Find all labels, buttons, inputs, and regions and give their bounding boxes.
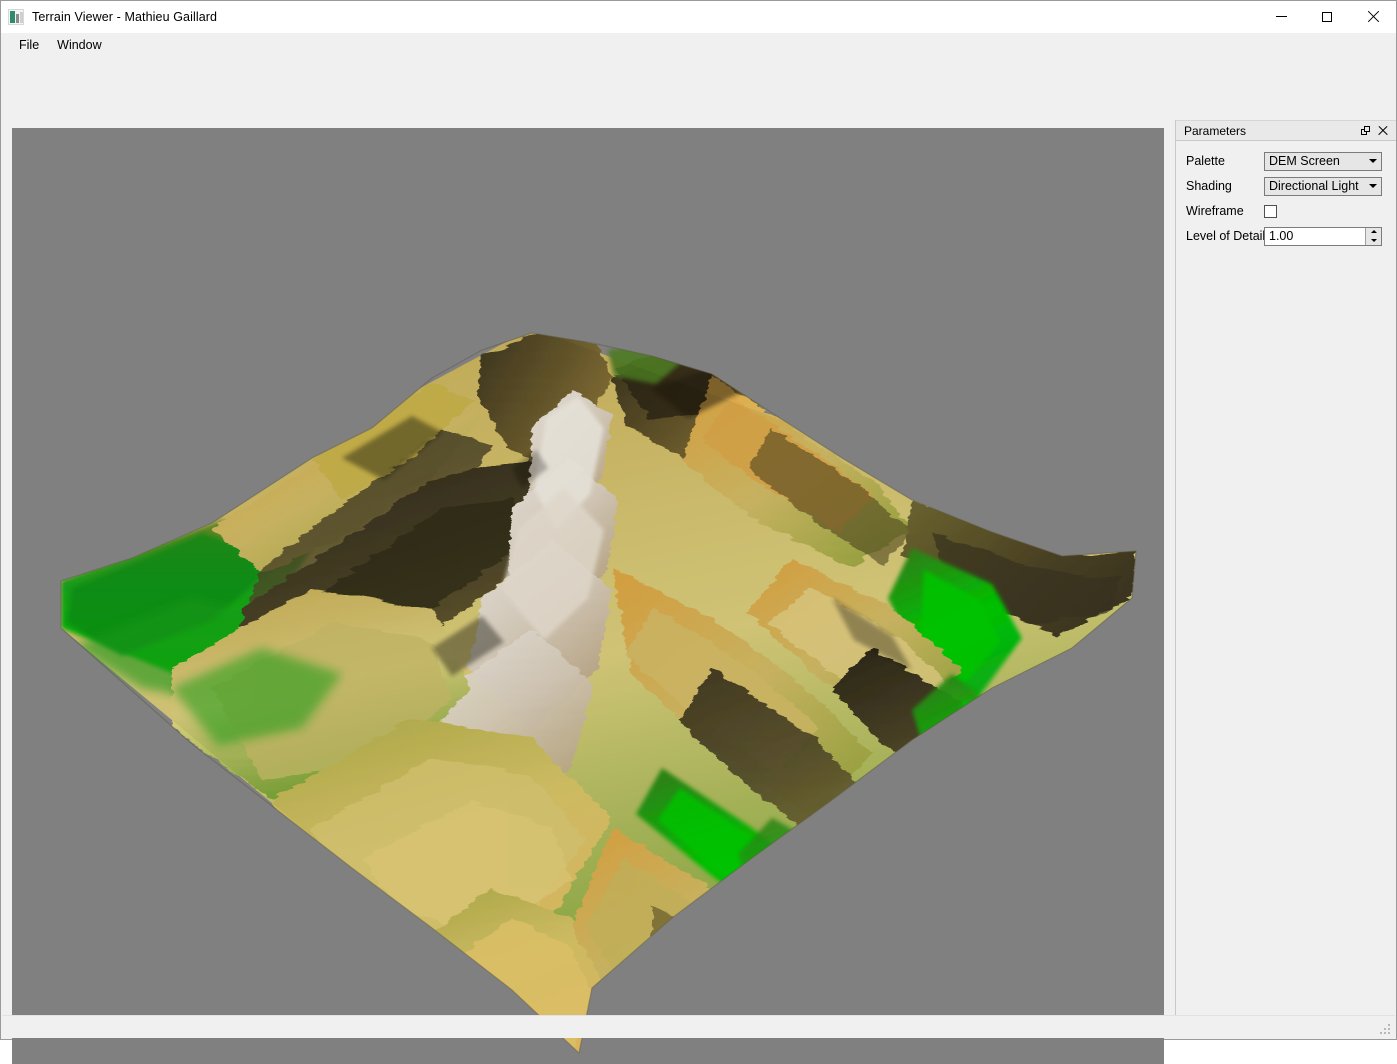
main-content: Parameters Palette DEM Screen Shading Di… <box>1 56 1396 1064</box>
resize-grip-icon[interactable] <box>1380 1024 1392 1036</box>
stepper-up-button[interactable] <box>1366 228 1381 237</box>
level-of-details-input[interactable]: 1.00 <box>1264 226 1382 246</box>
row-wireframe: Wireframe <box>1186 202 1388 220</box>
row-palette: Palette DEM Screen <box>1186 151 1388 171</box>
viewport-container <box>12 128 1164 1064</box>
palette-value: DEM Screen <box>1269 154 1340 168</box>
shading-value: Directional Light <box>1269 179 1359 193</box>
level-of-details-label: Level of Details <box>1186 229 1272 243</box>
row-level-of-details: Level of Details 1.00 <box>1186 226 1388 246</box>
chevron-down-icon <box>1364 153 1381 170</box>
float-panel-icon[interactable] <box>1361 125 1371 136</box>
window-controls <box>1258 1 1396 32</box>
title-bar: Terrain Viewer - Mathieu Gaillard <box>1 1 1396 33</box>
menu-item-file[interactable]: File <box>10 36 48 54</box>
status-bar <box>2 1015 1395 1038</box>
close-button[interactable] <box>1350 1 1396 32</box>
terrain-3d-viewport[interactable] <box>12 128 1164 1064</box>
terrain-render <box>12 128 1164 1064</box>
level-of-details-value: 1.00 <box>1269 229 1294 243</box>
app-window: Terrain Viewer - Mathieu Gaillard File W… <box>0 0 1397 1064</box>
parameters-panel: Parameters Palette DEM Screen Shading Di… <box>1175 120 1396 1015</box>
panel-title-bar[interactable]: Parameters <box>1176 120 1396 141</box>
window-title: Terrain Viewer - Mathieu Gaillard <box>32 9 218 24</box>
wireframe-label: Wireframe <box>1186 204 1244 218</box>
maximize-icon <box>1322 11 1332 22</box>
parameters-form: Palette DEM Screen Shading Directional L… <box>1176 141 1396 246</box>
shading-label: Shading <box>1186 179 1232 193</box>
stepper-down-button[interactable] <box>1366 236 1381 245</box>
chevron-down-icon <box>1364 178 1381 195</box>
shading-select[interactable]: Directional Light <box>1264 176 1382 196</box>
panel-tool-buttons <box>1361 125 1392 136</box>
close-icon <box>1367 10 1380 23</box>
maximize-button[interactable] <box>1304 1 1350 32</box>
palette-label: Palette <box>1186 154 1225 168</box>
panel-title: Parameters <box>1184 123 1247 138</box>
minimize-icon <box>1275 16 1287 17</box>
menu-item-window[interactable]: Window <box>48 36 110 54</box>
terrain-app-icon <box>8 8 24 25</box>
close-panel-icon[interactable] <box>1378 126 1388 136</box>
palette-select[interactable]: DEM Screen <box>1264 151 1382 171</box>
menu-bar: File Window <box>1 33 1396 56</box>
minimize-button[interactable] <box>1258 1 1304 32</box>
row-shading: Shading Directional Light <box>1186 176 1388 196</box>
wireframe-checkbox[interactable] <box>1264 204 1277 218</box>
level-of-details-stepper <box>1365 227 1381 245</box>
